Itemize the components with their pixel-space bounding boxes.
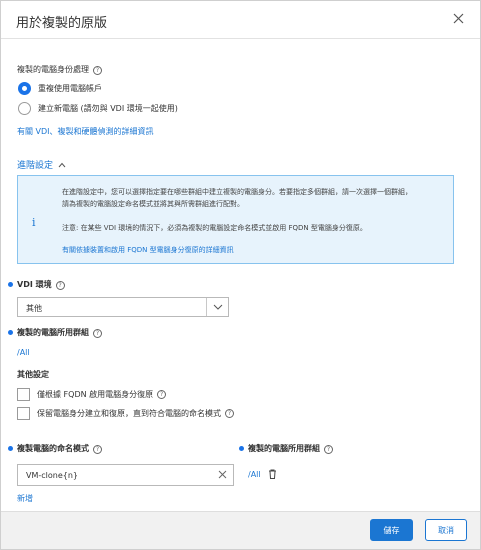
- naming-pattern-label: 複製電腦的命名模式?: [17, 443, 102, 454]
- dialog-footer: 儲存 取消: [1, 511, 480, 549]
- help-icon[interactable]: ?: [93, 329, 102, 338]
- info-text-1: 在進階設定中，您可以選擇指定要在哪些群組中建立複製的電腦身分。若要指定多個群組，…: [62, 188, 412, 196]
- radio-button[interactable]: [18, 102, 31, 115]
- radio-reuse-account[interactable]: 重複使用電腦帳戶: [18, 82, 102, 95]
- chevron-up-icon: [58, 162, 66, 167]
- radio-button-selected[interactable]: [18, 82, 31, 95]
- info-fqdn-link[interactable]: 有關依據裝置和啟用 FQDN 型電腦身分復原的詳細資訊: [62, 244, 442, 256]
- help-icon[interactable]: ?: [324, 445, 333, 454]
- info-icon: i: [32, 216, 36, 229]
- help-icon[interactable]: ?: [157, 390, 167, 399]
- checkbox-hold-identity[interactable]: 保留電腦身分建立和復原，直到符合電腦的命名模式?: [17, 407, 234, 420]
- info-text-2: 請為複製的電腦設定命名模式並將其與所需群組進行配對。: [62, 200, 244, 208]
- vdi-select[interactable]: 其他: [17, 297, 229, 317]
- identity-label: 複製的電腦身份處理?: [17, 64, 102, 75]
- cancel-button[interactable]: 取消: [425, 519, 467, 541]
- help-icon[interactable]: ?: [93, 445, 102, 454]
- checkbox[interactable]: [17, 388, 30, 401]
- help-icon[interactable]: ?: [93, 66, 102, 75]
- dialog-title: 用於複製的原版: [16, 16, 108, 31]
- naming-pattern-input[interactable]: VM-clone{n}: [17, 464, 234, 486]
- dialog-body: 複製的電腦身份處理? 重複使用電腦帳戶 建立新電腦 (請勿與 VDI 環境一起使…: [1, 40, 480, 511]
- help-icon[interactable]: ?: [225, 409, 234, 418]
- required-marker: [8, 282, 13, 287]
- cloned-group-label: 複製的電腦所用群組?: [17, 327, 102, 338]
- naming-group-value[interactable]: /All: [248, 470, 261, 479]
- save-button[interactable]: 儲存: [370, 519, 413, 541]
- help-icon[interactable]: ?: [55, 281, 65, 290]
- cloned-group-value[interactable]: /All: [17, 348, 30, 357]
- clear-icon[interactable]: [218, 470, 227, 481]
- required-marker: [239, 446, 244, 451]
- checkbox-fqdn[interactable]: 僅根據 FQDN 啟用電腦身分復原?: [17, 388, 167, 401]
- vdi-label: VDI 環境?: [17, 279, 65, 290]
- close-icon[interactable]: [453, 13, 464, 24]
- other-settings-label: 其他設定: [17, 370, 49, 379]
- trash-icon[interactable]: [268, 469, 277, 481]
- checkbox[interactable]: [17, 407, 30, 420]
- radio-create-new[interactable]: 建立新電腦 (請勿與 VDI 環境一起使用): [18, 102, 178, 115]
- more-info-link[interactable]: 有關 VDI、複製和硬體偵測的詳細資訊: [17, 126, 154, 137]
- required-marker: [8, 330, 13, 335]
- naming-group-label: 複製的電腦所用群組?: [248, 443, 333, 454]
- required-marker: [8, 446, 13, 451]
- chevron-down-icon[interactable]: [206, 298, 228, 316]
- advanced-info-box: i 在進階設定中，您可以選擇指定要在哪些群組中建立複製的電腦身分。若要指定多個群…: [17, 175, 454, 264]
- dialog-header: 用於複製的原版: [1, 1, 480, 39]
- dialog: 用於複製的原版 複製的電腦身份處理? 重複使用電腦帳戶 建立新電腦 (請勿與 V…: [0, 0, 481, 550]
- add-naming-link[interactable]: 新增: [17, 493, 33, 504]
- advanced-toggle[interactable]: 進階設定: [17, 158, 66, 171]
- info-text-3: 注意: 在某些 VDI 環境的情況下，必須為複製的電腦設定命名模式並啟用 FQD…: [62, 224, 367, 232]
